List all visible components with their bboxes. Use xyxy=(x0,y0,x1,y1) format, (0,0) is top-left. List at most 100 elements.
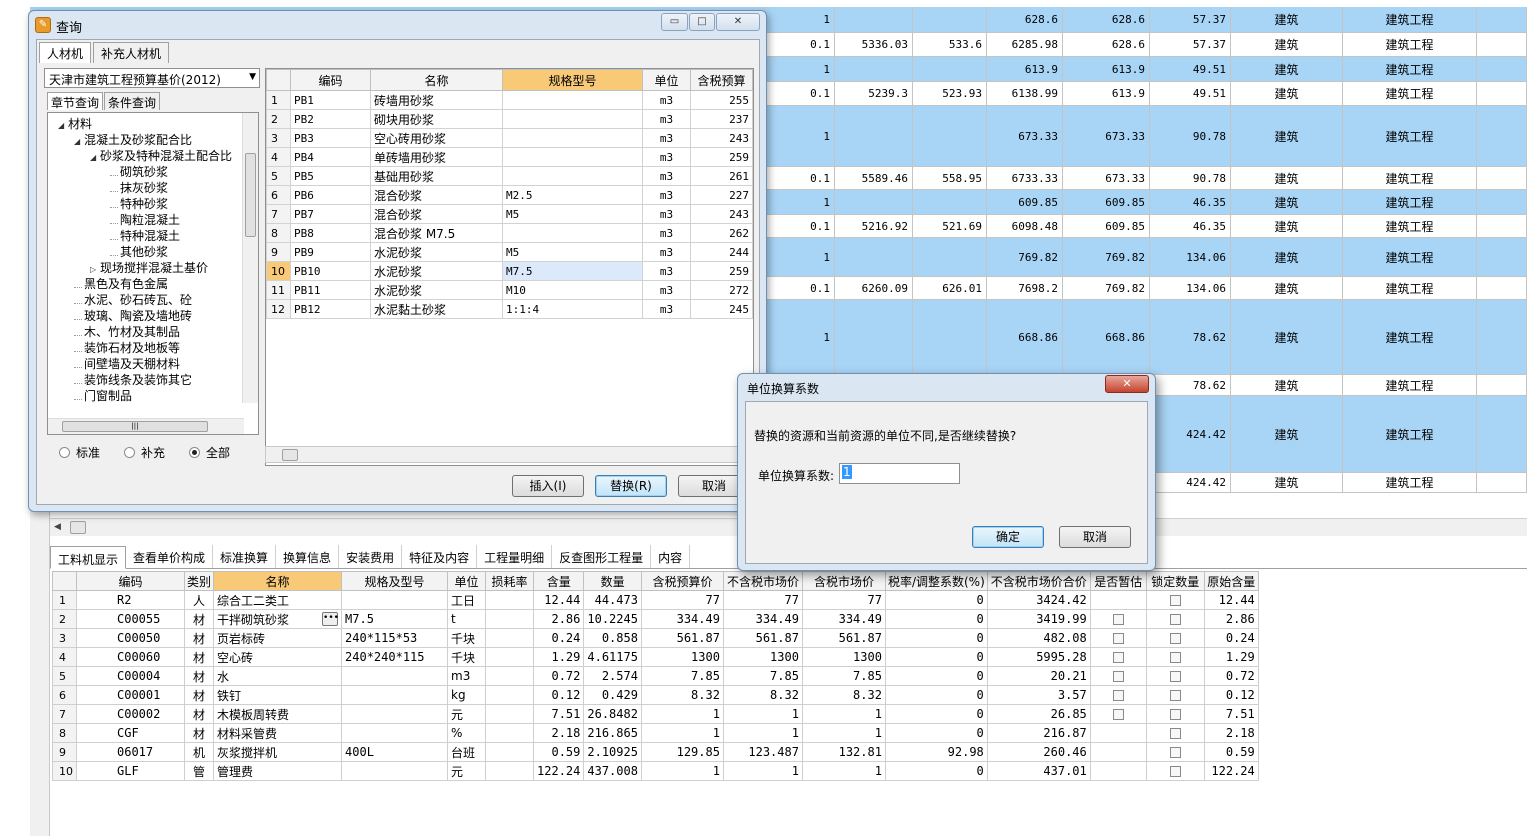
spec-cell[interactable] xyxy=(341,704,449,724)
lock-cell[interactable] xyxy=(1145,723,1205,743)
code-cell[interactable]: C00004 xyxy=(76,666,185,686)
code-cell[interactable]: C00050 xyxy=(76,628,185,648)
price-cell[interactable]: 243 xyxy=(690,204,753,224)
tree-node[interactable]: ◢ 材料 xyxy=(58,116,92,132)
type-cell[interactable]: 机 xyxy=(183,742,215,762)
column-header[interactable]: 是否暂估 xyxy=(1089,571,1147,591)
estimate-checkbox[interactable] xyxy=(1112,633,1124,644)
lock-checkbox[interactable] xyxy=(1169,652,1181,663)
qty-cell[interactable]: 0.429 xyxy=(583,685,642,705)
tax-cell[interactable]: 0 xyxy=(884,628,988,648)
estimate-checkbox[interactable] xyxy=(1112,671,1124,682)
spec-cell[interactable] xyxy=(341,590,449,610)
code-cell[interactable]: PB4 xyxy=(290,147,371,167)
mkt-in-cell[interactable]: 7.85 xyxy=(801,666,886,686)
qty-rate-cell[interactable]: 0.59 xyxy=(533,742,585,762)
lock-cell[interactable] xyxy=(1145,590,1205,610)
loss-cell[interactable] xyxy=(485,666,535,686)
qty-cell[interactable]: 10.2245 xyxy=(583,609,642,629)
database-select[interactable]: 天津市建筑工程预算基价(2012) ▼ xyxy=(44,68,260,88)
budget-cell[interactable]: 7.85 xyxy=(640,666,724,686)
type-cell[interactable]: 材 xyxy=(183,647,215,667)
spec-cell[interactable]: M7.5 xyxy=(341,609,449,629)
price-cell[interactable]: 272 xyxy=(690,280,753,300)
name-cell[interactable]: 单砖墙用砂浆 xyxy=(370,147,503,167)
table-row[interactable]: 11 PB11 水泥砂浆 M10 m3 272 xyxy=(266,280,753,300)
total-cell[interactable]: 20.21 xyxy=(986,666,1091,686)
column-header[interactable]: 单位 xyxy=(447,571,487,591)
mkt-ex-cell[interactable]: 1300 xyxy=(722,647,803,667)
spec-cell[interactable] xyxy=(341,666,449,686)
column-header[interactable]: 含量 xyxy=(533,571,585,591)
table-row[interactable]: 8 CGF 材材料采管费% 2.18 216.865 1 1 1 0 216.87 2.18 xyxy=(52,723,1259,743)
mkt-in-cell[interactable]: 1 xyxy=(801,761,886,781)
budget-cell[interactable]: 1 xyxy=(640,704,724,724)
spec-cell[interactable]: M7.5 xyxy=(502,261,643,281)
spec-cell[interactable] xyxy=(341,761,449,781)
estimate-cell[interactable] xyxy=(1089,590,1147,610)
name-cell[interactable]: 水泥黏土砂浆 xyxy=(370,299,503,319)
column-header[interactable]: 编码 xyxy=(76,571,185,591)
tree-node[interactable]: ◢ 混凝土及砂浆配合比 xyxy=(74,132,192,148)
mkt-in-cell[interactable]: 8.32 xyxy=(801,685,886,705)
loss-cell[interactable] xyxy=(485,761,535,781)
unit-cell[interactable]: m3 xyxy=(642,128,691,148)
orig-qty-cell[interactable]: 7.51 xyxy=(1203,704,1259,724)
tab-4[interactable]: 换算信息 xyxy=(276,545,340,568)
filter-radio[interactable]: 全部 xyxy=(189,444,230,461)
name-cell[interactable]: 水 xyxy=(213,666,343,686)
name-cell[interactable]: 混合砂浆 xyxy=(370,204,503,224)
spec-cell[interactable] xyxy=(502,109,643,129)
table-row[interactable]: 1 PB1 砖墙用砂浆 m3 255 xyxy=(266,90,753,110)
table-row[interactable]: 4 C00060 材空心砖 240*240*115 千块 1.29 4.61175 1300 1… xyxy=(52,647,1259,667)
qty-cell[interactable]: 44.473 xyxy=(583,590,642,610)
table-row[interactable]: 3 PB3 空心砖用砂浆 m3 243 xyxy=(266,128,753,148)
mkt-ex-cell[interactable]: 123.487 xyxy=(722,742,803,762)
tab-2[interactable]: 查看单价构成 xyxy=(126,545,214,568)
column-header[interactable]: 含税市场价 xyxy=(801,571,886,591)
tab-3[interactable]: 标准换算 xyxy=(213,545,277,568)
estimate-cell[interactable] xyxy=(1089,761,1147,781)
spec-cell[interactable] xyxy=(341,723,449,743)
tree-node[interactable]: 黑色及有色金属 xyxy=(74,276,168,292)
unit-cell[interactable]: m3 xyxy=(642,299,691,319)
total-cell[interactable]: 482.08 xyxy=(986,628,1091,648)
table-row[interactable]: 10 GLF 管管理费元 122.24 437.008 1 1 1 0 437.01 122.24 xyxy=(52,761,1259,781)
name-cell[interactable]: 砌块用砂浆 xyxy=(370,109,503,129)
qty-cell[interactable]: 0.858 xyxy=(583,628,642,648)
tax-cell[interactable]: 92.98 xyxy=(884,742,988,762)
column-header[interactable]: 不含税市场价 xyxy=(722,571,803,591)
column-header[interactable]: 原始含量 xyxy=(1203,571,1259,591)
tab-supplementary[interactable]: 补充人材机 xyxy=(93,42,170,63)
table-row[interactable]: 1 R2 人综合工二类工 工日 12.44 44.473 77 77 77 0 3424.42 12.… xyxy=(52,590,1259,610)
table-row[interactable]: 6 C00001 材铁钉 kg 0.12 0.429 8.32 8.32 8.32 0 3.57 0.… xyxy=(52,685,1259,705)
total-cell[interactable]: 216.87 xyxy=(986,723,1091,743)
column-header[interactable]: 规格型号 xyxy=(502,69,643,91)
name-cell[interactable]: 材料采管费 xyxy=(213,723,343,743)
tax-cell[interactable]: 0 xyxy=(884,723,988,743)
unit-cell[interactable]: m3 xyxy=(642,166,691,186)
tree-node[interactable]: 特种砂浆 xyxy=(110,196,168,212)
tree-node[interactable]: 门窗制品 xyxy=(74,388,132,404)
qty-rate-cell[interactable]: 1.29 xyxy=(533,647,585,667)
tax-cell[interactable]: 0 xyxy=(884,704,988,724)
lock-checkbox[interactable] xyxy=(1169,747,1181,758)
spec-cell[interactable]: 1:1:4 xyxy=(502,299,643,319)
unit-cell[interactable]: 千块 xyxy=(447,628,487,648)
mkt-ex-cell[interactable]: 1 xyxy=(722,761,803,781)
spec-cell[interactable]: 240*115*53 xyxy=(341,628,449,648)
table-row[interactable]: 7 PB7 混合砂浆 M5 m3 243 xyxy=(266,204,753,224)
replace-button[interactable]: 替换(R) xyxy=(595,475,667,497)
insert-button[interactable]: 插入(I) xyxy=(512,475,584,497)
tree-node[interactable]: ▷ 现场搅拌混凝土基价 xyxy=(90,260,208,276)
query-dialog-titlebar[interactable]: ✎ 查询 ▭ □ ✕ xyxy=(29,11,766,39)
mkt-in-cell[interactable]: 561.87 xyxy=(801,628,886,648)
code-cell[interactable]: PB7 xyxy=(290,204,371,224)
orig-qty-cell[interactable]: 0.12 xyxy=(1203,685,1259,705)
unit-cell[interactable]: 元 xyxy=(447,704,487,724)
mkt-in-cell[interactable]: 132.81 xyxy=(801,742,886,762)
ok-button[interactable]: 确定 xyxy=(972,526,1044,548)
scroll-thumb[interactable]: ||| xyxy=(62,421,208,432)
estimate-cell[interactable] xyxy=(1089,628,1147,648)
estimate-checkbox[interactable] xyxy=(1112,690,1124,701)
